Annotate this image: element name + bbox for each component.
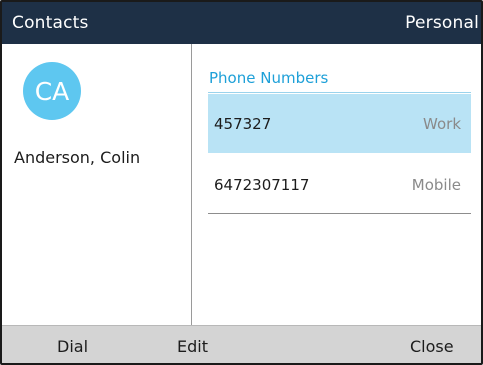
phone-numbers-heading: Phone Numbers bbox=[209, 69, 329, 87]
phone-entry-work[interactable]: 457327 Work bbox=[208, 94, 471, 153]
phone-number: 457327 bbox=[214, 114, 272, 133]
directory-label: Personal bbox=[405, 13, 479, 33]
contact-details-pane: Phone Numbers 457327 Work 6472307117 Mob… bbox=[193, 44, 481, 325]
phone-type: Mobile bbox=[411, 175, 461, 194]
contact-summary-pane: CA Anderson, Colin bbox=[2, 44, 192, 325]
avatar-initials: CA bbox=[34, 76, 70, 106]
title-bar: Contacts Personal bbox=[2, 2, 481, 44]
phone-number: 6472307117 bbox=[214, 175, 310, 194]
softkey-bar: Dial Edit Close bbox=[2, 325, 481, 363]
phone-type: Work bbox=[423, 114, 461, 133]
phone-screen: Contacts Personal CA Anderson, Colin Pho… bbox=[0, 0, 483, 365]
phone-entry-mobile[interactable]: 6472307117 Mobile bbox=[208, 155, 471, 214]
avatar: CA bbox=[23, 62, 81, 120]
edit-softkey[interactable]: Edit bbox=[177, 326, 208, 363]
contact-name: Anderson, Colin bbox=[14, 148, 141, 167]
section-divider bbox=[208, 92, 471, 93]
close-softkey[interactable]: Close bbox=[410, 326, 454, 363]
row-divider bbox=[208, 213, 471, 214]
page-title: Contacts bbox=[12, 13, 89, 33]
dial-softkey[interactable]: Dial bbox=[57, 326, 88, 363]
